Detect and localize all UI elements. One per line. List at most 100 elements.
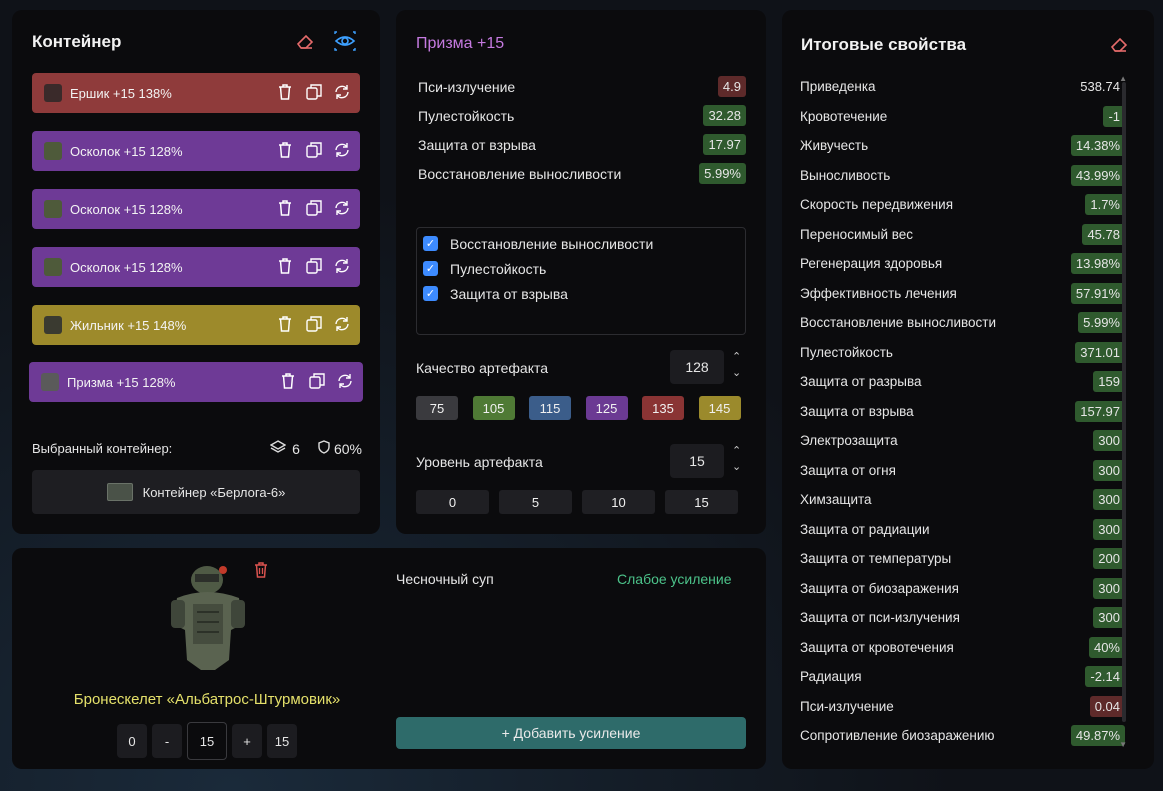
armor-image — [167, 560, 249, 672]
property-checklist: ✓ Восстановление выносливости ✓ Пулестойкос… — [416, 227, 746, 335]
level-max-button[interactable]: 15 — [267, 724, 297, 758]
boost-level[interactable]: Слабое усиление — [617, 571, 732, 587]
armor-level-input[interactable]: 15 — [187, 722, 227, 760]
total-stat-row: Кровотечение -1 — [800, 105, 1125, 127]
eraser-icon[interactable] — [1108, 33, 1130, 55]
quality-chip[interactable]: 115 — [529, 396, 571, 420]
scroll-down-icon[interactable]: ▼ — [1119, 740, 1127, 749]
add-boost-button[interactable]: + Добавить усиление — [396, 717, 746, 749]
refresh-icon[interactable] — [334, 316, 350, 332]
stat-name: Регенерация здоровья — [800, 256, 943, 271]
level-min-button[interactable]: 0 — [117, 724, 147, 758]
eye-icon[interactable] — [334, 30, 356, 52]
level-down-icon[interactable]: ⌄ — [732, 461, 741, 474]
level-minus-button[interactable]: - — [152, 724, 182, 758]
container-select-button[interactable]: Контейнер «Берлога-6» — [32, 470, 360, 514]
total-stat-row: Переносимый вес 45.78 — [800, 223, 1125, 245]
trash-icon[interactable] — [278, 316, 294, 332]
refresh-icon[interactable] — [334, 200, 350, 216]
property-checkbox-row[interactable]: ✓ Защита от взрыва — [423, 281, 745, 306]
artifact-icon — [44, 84, 62, 102]
total-stat-row: Радиация -2.14 — [800, 666, 1125, 687]
quality-chip[interactable]: 75 — [416, 396, 458, 420]
trash-icon[interactable] — [281, 373, 297, 389]
refresh-icon[interactable] — [334, 84, 350, 100]
total-stat-row: Выносливость 43.99% — [800, 164, 1125, 186]
copy-icon[interactable] — [309, 373, 325, 389]
selected-container-row: Выбранный контейнер: 6 60% — [32, 440, 362, 457]
stat-name: Живучесть — [800, 138, 869, 153]
total-stat-row: Пулестойкость 371.01 — [800, 341, 1125, 363]
checkbox-label: Пулестойкость — [450, 260, 547, 277]
quality-up-icon[interactable]: ⌃ — [732, 351, 741, 364]
quality-chip[interactable]: 105 — [472, 396, 515, 420]
totals-scrollbar[interactable] — [1122, 82, 1126, 722]
artifact-icon — [44, 258, 62, 276]
level-up-icon[interactable]: ⌃ — [732, 445, 741, 458]
scroll-up-icon[interactable]: ▲ — [1119, 74, 1127, 83]
refresh-icon[interactable] — [334, 258, 350, 274]
level-input[interactable]: 15 — [670, 444, 724, 478]
total-stat-row: Защита от температуры 200 — [800, 548, 1125, 569]
checkbox-checked-icon[interactable]: ✓ — [423, 261, 438, 276]
level-chip[interactable]: 5 — [499, 490, 572, 514]
artifact-slot[interactable]: Ершик +15 138% — [32, 73, 360, 113]
copy-icon[interactable] — [306, 142, 322, 158]
artifact-slot[interactable]: Призма +15 128% — [29, 362, 363, 402]
quality-chip[interactable]: 135 — [642, 396, 684, 420]
stat-name: Пулестойкость — [800, 344, 893, 360]
quality-input[interactable]: 128 — [670, 350, 724, 384]
property-checkbox-row[interactable]: ✓ Восстановление выносливости — [423, 231, 745, 256]
total-stat-row: Живучесть 14.38% — [800, 135, 1125, 156]
stat-name: Эффективность лечения — [800, 285, 957, 301]
trash-icon[interactable] — [278, 200, 294, 216]
artifact-icon — [44, 142, 62, 160]
level-chip[interactable]: 15 — [665, 490, 738, 514]
artifact-slot[interactable]: Осколок +15 128% — [32, 131, 360, 171]
total-stat-row: Эффективность лечения 57.91% — [800, 282, 1125, 304]
prism-panel: Призма +15 Пси-излучение 4.9 Пулестойкость… — [396, 10, 766, 534]
stat-value: 57.91% — [1070, 282, 1125, 304]
copy-icon[interactable] — [306, 316, 322, 332]
prism-title: Призма +15 — [416, 35, 505, 52]
delete-armor-icon[interactable] — [250, 559, 272, 581]
property-value: 17.97 — [703, 134, 746, 155]
quality-chip[interactable]: 145 — [698, 396, 741, 420]
trash-icon[interactable] — [278, 84, 294, 100]
level-chip[interactable]: 0 — [416, 490, 489, 514]
selected-container-label: Выбранный контейнер: — [32, 441, 173, 456]
total-stat-row: Пси-излучение 0.04 — [800, 695, 1125, 717]
stat-name: Восстановление выносливости — [800, 315, 997, 330]
artifact-slot[interactable]: Осколок +15 128% — [32, 189, 360, 229]
property-name: Пулестойкость — [418, 107, 515, 124]
copy-icon[interactable] — [306, 84, 322, 100]
quality-down-icon[interactable]: ⌄ — [732, 367, 741, 380]
total-stat-row: Защита от взрыва 157.97 — [800, 400, 1125, 422]
total-stat-row: Сопротивление биозаражению 49.87% — [800, 725, 1125, 746]
stat-name: Выносливость — [800, 167, 891, 183]
copy-icon[interactable] — [306, 258, 322, 274]
checkbox-checked-icon[interactable]: ✓ — [423, 286, 438, 301]
artifact-slot[interactable]: Жильник +15 148% — [32, 305, 360, 345]
quality-chip[interactable]: 125 — [585, 396, 628, 420]
trash-icon[interactable] — [278, 258, 294, 274]
stat-value: 371.01 — [1075, 341, 1125, 363]
eraser-icon[interactable] — [294, 30, 316, 52]
trash-icon[interactable] — [278, 142, 294, 158]
refresh-icon[interactable] — [334, 142, 350, 158]
checkbox-checked-icon[interactable]: ✓ — [423, 236, 438, 251]
refresh-icon[interactable] — [337, 373, 353, 389]
stat-name: Скорость передвижения — [800, 197, 954, 212]
property-checkbox-row[interactable]: ✓ Пулестойкость — [423, 256, 745, 281]
artifact-label: Призма +15 128% — [67, 374, 176, 390]
stat-value: 300 — [1093, 607, 1125, 628]
prism-property-row: Защита от взрыва 17.97 — [418, 134, 746, 155]
stat-value: 538.74 — [1080, 79, 1120, 94]
artifact-slot[interactable]: Осколок +15 128% — [32, 247, 360, 287]
copy-icon[interactable] — [306, 200, 322, 216]
stat-value: 300 — [1093, 577, 1125, 599]
level-chip[interactable]: 10 — [582, 490, 655, 514]
quality-label: Качество артефакта — [416, 360, 549, 376]
level-plus-button[interactable]: + — [232, 724, 262, 758]
protection-value: 60% — [333, 440, 362, 457]
